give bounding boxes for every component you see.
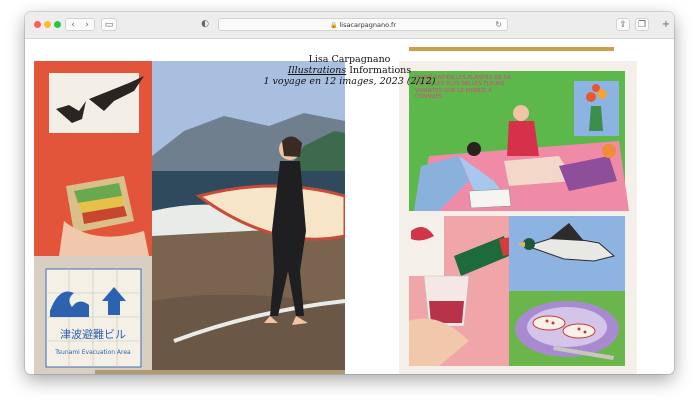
tab-overview-button[interactable]: ❐ xyxy=(635,18,649,31)
illustration-surfer[interactable]: 津波避難ビル Tsunami Evacuation Area xyxy=(34,61,345,374)
sign-kanji-text: 津波避難ビル xyxy=(60,327,126,341)
history-nav: ‹ › xyxy=(65,18,95,31)
next-image-strip xyxy=(95,370,345,374)
site-nav: Illustrations Informations xyxy=(25,65,674,76)
url-text: lisacarpagnano.fr xyxy=(339,21,397,29)
nav-informations-link[interactable]: Informations xyxy=(349,65,411,76)
forward-button[interactable]: › xyxy=(80,19,94,32)
share-button[interactable]: ⇪ xyxy=(616,18,630,31)
close-window-button[interactable] xyxy=(34,21,41,28)
privacy-shield-icon[interactable]: ◐ xyxy=(198,18,212,31)
site-header: Lisa Carpagnano Illustrations Informatio… xyxy=(25,54,674,87)
previous-image-strip xyxy=(409,47,614,51)
lock-icon: 🔒 xyxy=(329,22,338,29)
new-tab-button[interactable]: + xyxy=(661,18,671,31)
browser-toolbar: ‹ › ▭ ◐ 🔒 lisacarpagnano.fr ↻ ⇪ ❐ + xyxy=(25,12,674,39)
browser-window: ‹ › ▭ ◐ 🔒 lisacarpagnano.fr ↻ ⇪ ❐ + Lisa C… xyxy=(25,12,674,374)
minimize-window-button[interactable] xyxy=(44,21,51,28)
site-title[interactable]: Lisa Carpagnano xyxy=(25,54,674,65)
image-caption: 1 voyage en 12 images, 2023 (2/12) xyxy=(263,76,436,87)
sidebar-toggle-button[interactable]: ▭ xyxy=(101,18,117,31)
page-content: Lisa Carpagnano Illustrations Informatio… xyxy=(25,39,674,374)
address-bar[interactable]: 🔒 lisacarpagnano.fr ↻ xyxy=(218,18,508,31)
reload-icon[interactable]: ↻ xyxy=(495,19,502,31)
nav-illustrations-link[interactable]: Illustrations xyxy=(288,65,346,76)
back-button[interactable]: ‹ xyxy=(66,19,80,32)
zoom-window-button[interactable] xyxy=(54,21,61,28)
illustration-picnic[interactable]: MARIE SAITEN LES PLANTES DE SA VIE ET LE… xyxy=(399,61,637,374)
sign-subtext: Tsunami Evacuation Area xyxy=(54,349,131,356)
